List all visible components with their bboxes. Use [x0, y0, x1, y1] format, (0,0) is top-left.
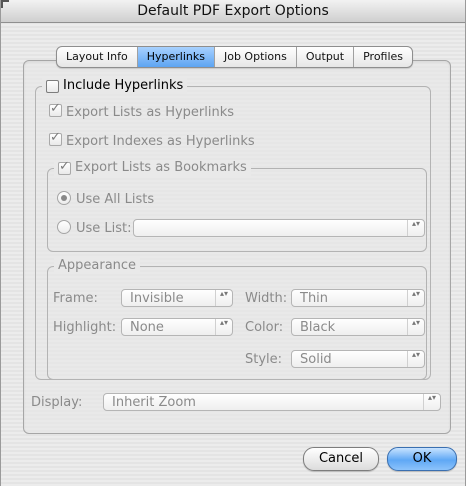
style-select[interactable]: Solid ▴▾: [291, 350, 425, 368]
width-label: Width:: [245, 291, 288, 306]
width-value: Thin: [300, 291, 329, 306]
display-value: Inherit Zoom: [112, 395, 196, 410]
bookmarks-group: ✓ Export Lists as Bookmarks: [47, 159, 427, 252]
include-hyperlinks-legend: Include Hyperlinks: [42, 78, 188, 94]
updown-arrows-icon: ▴▾: [407, 319, 424, 335]
use-list-label: Use List:: [76, 221, 132, 236]
checkmark-icon: ✓: [50, 130, 61, 145]
export-lists-option[interactable]: ✓ Export Lists as Hyperlinks: [49, 101, 235, 120]
export-bookmarks-label: Export Lists as Bookmarks: [75, 160, 247, 175]
updown-arrows-icon: ▴▾: [407, 351, 424, 367]
frame-value: Invisible: [130, 291, 184, 306]
export-indexes-option[interactable]: ✓ Export Indexes as Hyperlinks: [49, 130, 255, 149]
width-select[interactable]: Thin ▴▾: [291, 289, 425, 307]
color-label: Color:: [245, 320, 284, 335]
tab-profiles[interactable]: Profiles: [354, 47, 412, 67]
window-title: Default PDF Export Options: [137, 3, 329, 19]
use-all-lists-option[interactable]: Use All Lists: [57, 191, 154, 207]
export-lists-checkbox[interactable]: ✓: [49, 101, 62, 117]
appearance-legend: Appearance: [54, 258, 141, 274]
use-list-radio[interactable]: [57, 220, 71, 234]
export-lists-label: Export Lists as Hyperlinks: [66, 105, 235, 120]
tab-output[interactable]: Output: [297, 47, 355, 67]
dialog-window: Default PDF Export Options Layout Info H…: [0, 0, 466, 486]
style-value: Solid: [300, 352, 332, 367]
updown-arrows-icon: ▴▾: [407, 220, 424, 236]
export-bookmarks-checkbox[interactable]: ✓: [58, 158, 71, 175]
title-bar: Default PDF Export Options: [1, 0, 465, 23]
ok-button[interactable]: OK: [387, 447, 457, 471]
export-indexes-checkbox[interactable]: ✓: [49, 130, 62, 146]
appearance-title: Appearance: [58, 258, 137, 273]
use-all-lists-radio[interactable]: [57, 191, 71, 205]
display-label: Display:: [31, 395, 83, 410]
use-all-lists-label: Use All Lists: [76, 192, 155, 207]
frame-select[interactable]: Invisible ▴▾: [121, 289, 233, 307]
window-corner-mark: [1, 0, 9, 8]
radio-selected-dot: [61, 195, 67, 201]
frame-label: Frame:: [53, 291, 98, 306]
checkmark-icon: ✓: [59, 158, 70, 174]
highlight-label: Highlight:: [53, 320, 117, 335]
include-hyperlinks-checkbox[interactable]: [46, 79, 59, 93]
cancel-button[interactable]: Cancel: [303, 447, 379, 471]
checkmark-icon: ✓: [50, 101, 61, 116]
use-list-select[interactable]: ▴▾: [133, 219, 425, 237]
highlight-value: None: [130, 320, 164, 335]
include-hyperlinks-label: Include Hyperlinks: [63, 78, 184, 93]
tab-bar: Layout Info Hyperlinks Job Options Outpu…: [56, 46, 414, 68]
updown-arrows-icon: ▴▾: [423, 394, 440, 410]
style-label: Style:: [245, 352, 283, 367]
export-indexes-label: Export Indexes as Hyperlinks: [66, 134, 255, 149]
color-value: Black: [300, 320, 336, 335]
tab-job-options[interactable]: Job Options: [215, 47, 297, 67]
tab-layout-info[interactable]: Layout Info: [57, 47, 138, 67]
updown-arrows-icon: ▴▾: [215, 319, 232, 335]
updown-arrows-icon: ▴▾: [407, 290, 424, 306]
color-select[interactable]: Black ▴▾: [291, 318, 425, 336]
display-select[interactable]: Inherit Zoom ▴▾: [103, 393, 441, 411]
bookmarks-legend: ✓ Export Lists as Bookmarks: [54, 158, 251, 176]
highlight-select[interactable]: None ▴▾: [121, 318, 233, 336]
updown-arrows-icon: ▴▾: [215, 290, 232, 306]
use-list-option[interactable]: Use List:: [57, 220, 132, 236]
tab-hyperlinks[interactable]: Hyperlinks: [137, 47, 215, 67]
